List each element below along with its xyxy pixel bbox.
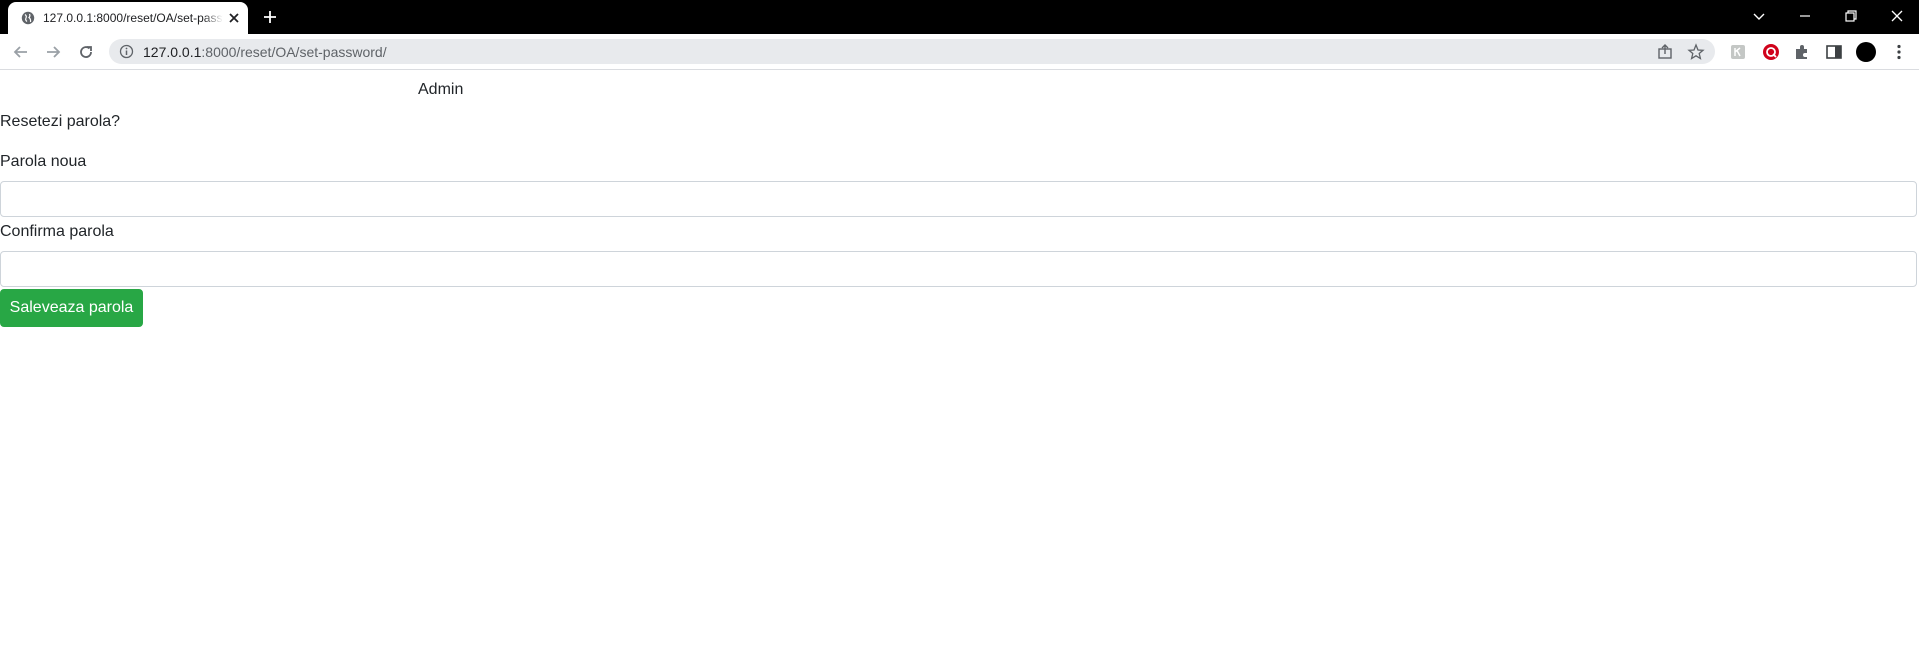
globe-icon bbox=[21, 11, 35, 25]
tab-title: 127.0.0.1:8000/reset/OA/set-password/ bbox=[43, 11, 223, 25]
url-text[interactable]: 127.0.0.1:8000/reset/OA/set-password/ bbox=[143, 44, 387, 60]
new-password-label: Parola noua bbox=[0, 153, 87, 170]
close-window-icon[interactable] bbox=[1887, 6, 1907, 26]
url-host: 127.0.0.1 bbox=[143, 44, 202, 60]
confirm-password-label: Confirma parola bbox=[0, 223, 114, 240]
star-icon[interactable] bbox=[1687, 43, 1705, 61]
extension-icon[interactable] bbox=[1728, 42, 1748, 62]
tab-strip: 127.0.0.1:8000/reset/OA/set-password/ bbox=[0, 0, 1919, 34]
forward-arrow-icon[interactable] bbox=[43, 42, 63, 62]
extension-red-icon[interactable] bbox=[1761, 42, 1781, 62]
url-path: :8000/reset/OA/set-password/ bbox=[201, 44, 387, 60]
side-panel-icon[interactable] bbox=[1824, 42, 1844, 62]
info-icon[interactable] bbox=[119, 44, 134, 59]
puzzle-icon[interactable] bbox=[1792, 42, 1812, 62]
reload-icon[interactable] bbox=[76, 42, 96, 62]
kebab-menu-icon[interactable] bbox=[1889, 42, 1909, 62]
confirm-password-input[interactable] bbox=[0, 251, 1917, 287]
restore-icon[interactable] bbox=[1841, 6, 1861, 26]
page-title: Resetezi parola? bbox=[0, 113, 121, 130]
back-arrow-icon[interactable] bbox=[11, 42, 31, 62]
minimize-icon[interactable] bbox=[1795, 6, 1815, 26]
browser-toolbar: 127.0.0.1:8000/reset/OA/set-password/ bbox=[0, 34, 1919, 70]
close-icon[interactable] bbox=[227, 11, 241, 25]
browser-tab[interactable]: 127.0.0.1:8000/reset/OA/set-password/ bbox=[8, 2, 248, 34]
profile-avatar[interactable] bbox=[1856, 42, 1876, 62]
plus-icon[interactable] bbox=[260, 7, 280, 27]
new-password-input[interactable] bbox=[0, 181, 1917, 217]
page-content: Admin Resetezi parola? Parola noua Confi… bbox=[0, 70, 1919, 649]
address-bar[interactable]: 127.0.0.1:8000/reset/OA/set-password/ bbox=[109, 39, 1715, 64]
share-icon[interactable] bbox=[1656, 43, 1674, 61]
chevron-down-icon[interactable] bbox=[1749, 6, 1769, 26]
nav-admin-link[interactable]: Admin bbox=[418, 80, 463, 100]
save-password-button[interactable]: Saleveaza parola bbox=[0, 289, 143, 327]
